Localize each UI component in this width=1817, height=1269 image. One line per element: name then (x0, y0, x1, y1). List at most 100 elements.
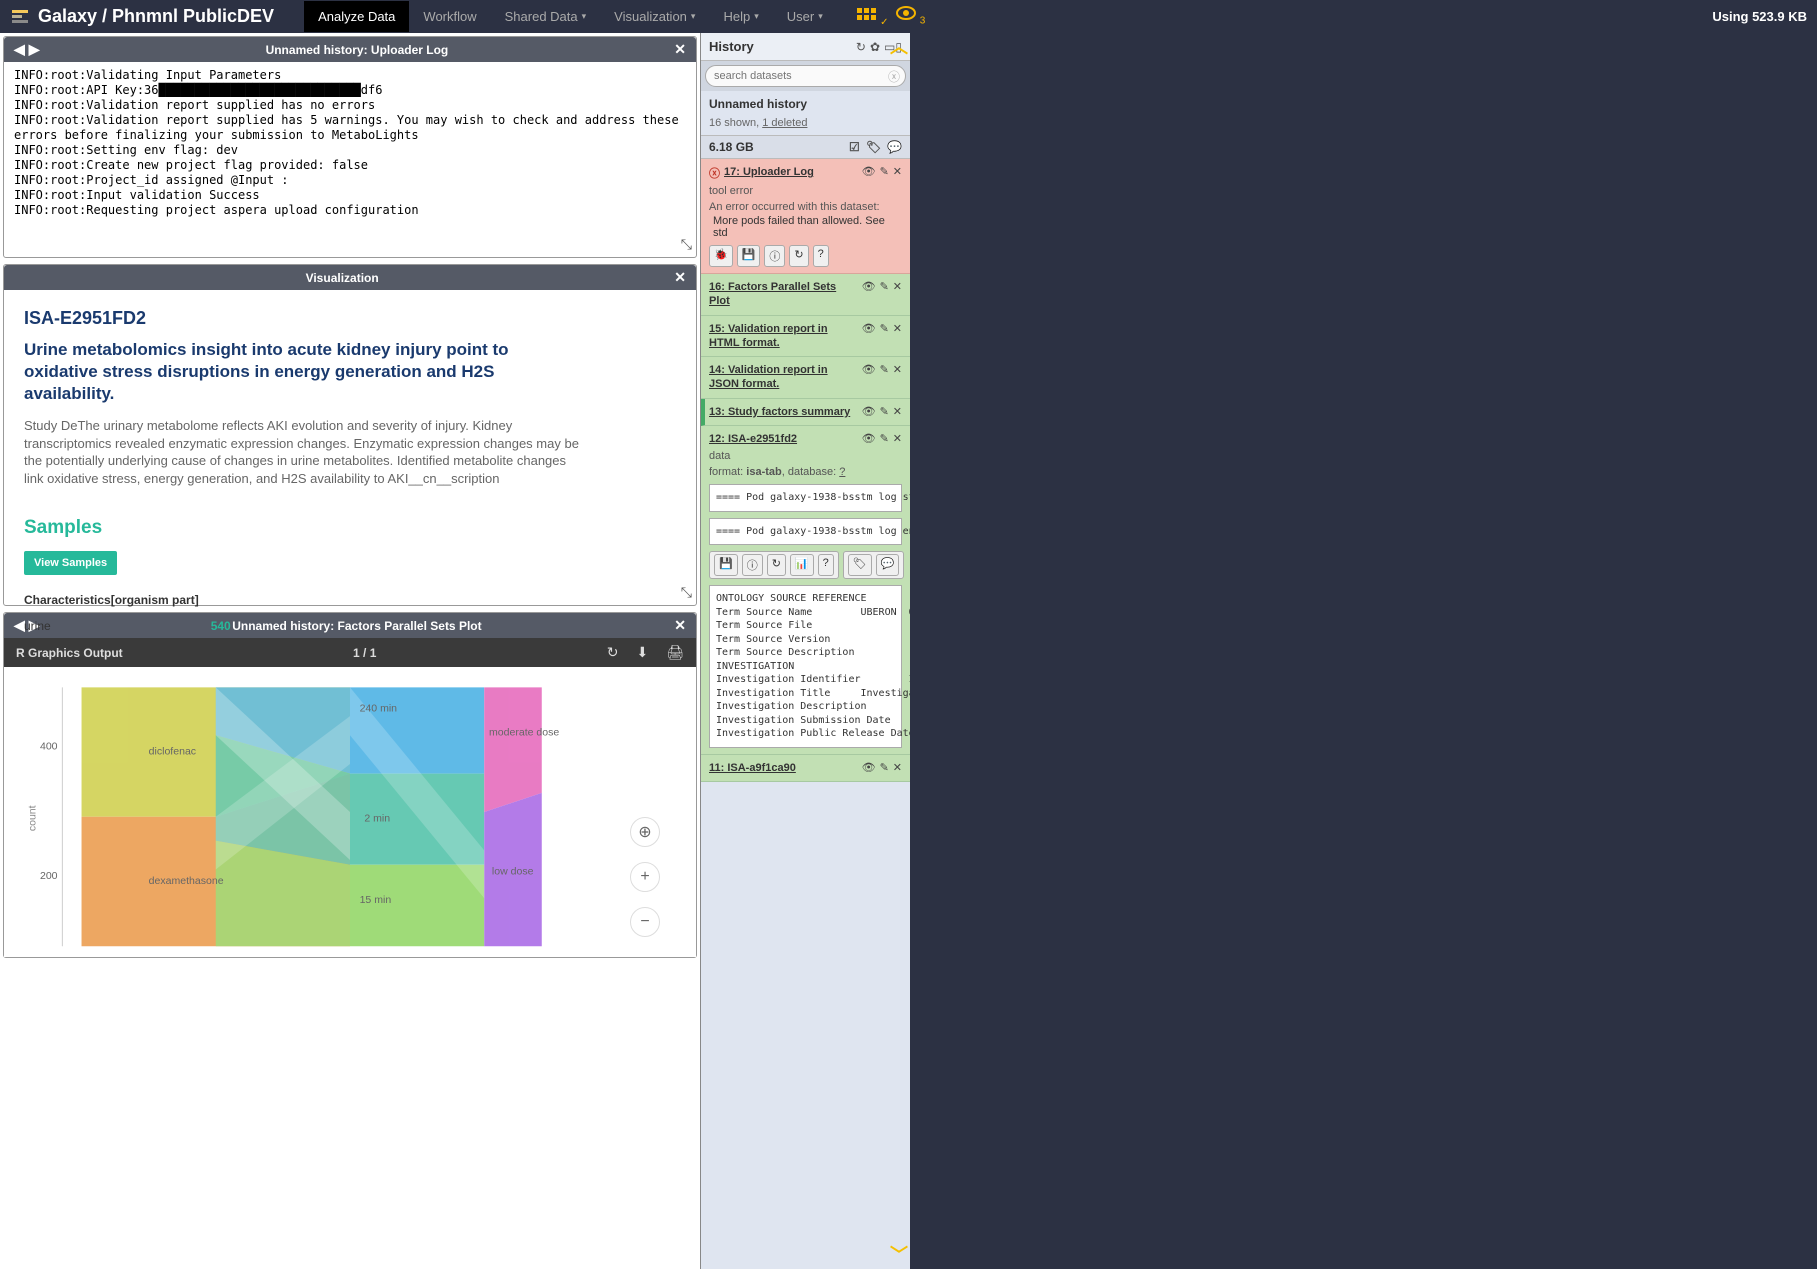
edit-icon[interactable]: ✎ (880, 280, 889, 293)
dataset-item[interactable]: ⓧ 17: Uploader Log 👁 ✎ ✕ tool error An e… (701, 159, 910, 274)
annotation-icon[interactable]: 💬 (887, 140, 902, 154)
pod-log-end: ==== Pod galaxy-1938-bsstm log end ==== (709, 518, 902, 546)
history-name[interactable]: Unnamed history (701, 91, 910, 117)
panel-close-icon[interactable]: ✕ (672, 41, 688, 58)
tags-icon[interactable]: 🏷 (866, 140, 881, 154)
history-search: ⓧ (701, 61, 910, 91)
svg-text:moderate dose: moderate dose (489, 726, 559, 738)
nav-user[interactable]: User▾ (773, 1, 837, 32)
zoom-in-button[interactable]: + (630, 862, 660, 892)
edit-icon[interactable]: ✎ (880, 432, 889, 445)
history-options-icon[interactable]: ✿ (870, 40, 880, 54)
delete-icon[interactable]: ✕ (893, 165, 902, 178)
dataset-item[interactable]: 13: Study factors summary 👁 ✎ ✕ (701, 399, 910, 426)
panel-close-icon[interactable]: ✕ (672, 269, 688, 286)
delete-icon[interactable]: ✕ (893, 405, 902, 418)
download-icon[interactable]: ⬇ (636, 644, 648, 661)
display-icon[interactable]: 👁 (862, 280, 876, 293)
display-icon[interactable]: 👁 (862, 363, 876, 376)
nav-visualization[interactable]: Visualization▾ (600, 1, 709, 32)
dataset-item[interactable]: 14: Validation report in JSON format. 👁 ✎… (701, 357, 910, 399)
quota-meter[interactable]: Using 523.9 KB (1712, 9, 1807, 24)
edit-icon[interactable]: ✎ (880, 405, 889, 418)
search-input[interactable] (705, 65, 906, 87)
dataset-name[interactable]: 16: Factors Parallel Sets Plot (709, 280, 862, 309)
display-icon[interactable]: 👁 (862, 165, 876, 178)
select-all-icon[interactable]: ☑ (849, 140, 860, 154)
scratchbook-eye-icon[interactable]: 3 (896, 6, 925, 26)
display-icon[interactable]: 👁 (862, 322, 876, 335)
edit-icon[interactable]: ✎ (880, 363, 889, 376)
brand-text: Galaxy / Phnmnl PublicDEV (38, 6, 274, 27)
nav-workflow[interactable]: Workflow (409, 1, 490, 32)
nav-shared-data[interactable]: Shared Data▾ (491, 1, 601, 32)
dataset-name[interactable]: 14: Validation report in JSON format. (709, 363, 862, 392)
display-icon[interactable]: 👁 (862, 405, 876, 418)
svg-text:2 min: 2 min (364, 813, 390, 825)
rotate-icon[interactable]: ↻ (607, 644, 619, 661)
fit-page-button[interactable]: ⊕ (630, 817, 660, 847)
dataset-list: ⓧ 17: Uploader Log 👁 ✎ ✕ tool error An e… (701, 159, 910, 1269)
display-icon[interactable]: 👁 (862, 432, 876, 445)
save-icon[interactable]: 💾 (714, 554, 738, 576)
history-size-bar: 6.18 GB ☑ 🏷 💬 (701, 135, 910, 159)
log-output: INFO:root:Validating Input Parameters IN… (4, 62, 696, 257)
collapse-up-icon[interactable]: ︿ (890, 33, 908, 59)
delete-icon[interactable]: ✕ (893, 363, 902, 376)
resize-handle-icon[interactable]: ⤡ (681, 584, 692, 601)
pdf-title: R Graphics Output (16, 646, 123, 660)
error-icon: ⓧ (709, 165, 720, 181)
dataset-name[interactable]: 13: Study factors summary (709, 405, 862, 419)
history-subtitle: 16 shown, 1 deleted (701, 117, 910, 135)
clear-search-icon[interactable]: ⓧ (888, 68, 900, 85)
tags-icon[interactable]: 🏷 (848, 554, 872, 576)
info-icon[interactable]: ⓘ (742, 554, 763, 576)
parallel-sets-chart: count 400 200 (24, 677, 676, 947)
brand[interactable]: Galaxy / Phnmnl PublicDEV (10, 6, 274, 27)
view-samples-button[interactable]: View Samples (24, 551, 117, 575)
panel-prev-icon[interactable]: ◀ (12, 41, 27, 58)
dataset-item[interactable]: 11: ISA-a9f1ca90 👁 ✎ ✕ (701, 755, 910, 782)
edit-icon[interactable]: ✎ (880, 761, 889, 774)
print-icon[interactable]: 🖨 (666, 644, 684, 661)
rerun-icon[interactable]: ↻ (789, 245, 808, 267)
dataset-name[interactable]: 17: Uploader Log (724, 165, 862, 179)
save-icon[interactable]: 💾 (737, 245, 761, 267)
dataset-item-expanded[interactable]: 12: ISA-e2951fd2 👁✎✕ data format: isa-ta… (701, 426, 910, 755)
nav-analyze-data[interactable]: Analyze Data (304, 1, 409, 32)
isa-identifier: ISA-E2951FD2 (24, 308, 676, 329)
delete-icon[interactable]: ✕ (893, 280, 902, 293)
collapse-down-icon[interactable]: ﹀ (890, 1241, 908, 1267)
edit-icon[interactable]: ✎ (880, 165, 889, 178)
delete-icon[interactable]: ✕ (893, 432, 902, 445)
bug-icon[interactable]: 🐞 (709, 245, 733, 267)
resize-handle-icon[interactable]: ⤡ (681, 236, 692, 253)
panel-next-icon[interactable]: ▶ (27, 41, 42, 58)
help-icon[interactable]: ? (818, 554, 834, 576)
pod-log-start: ==== Pod galaxy-1938-bsstm log start ===… (709, 484, 902, 512)
dataset-actions: 🐞 💾 ⓘ ↻ ? (709, 245, 902, 267)
delete-icon[interactable]: ✕ (893, 322, 902, 335)
rerun-icon[interactable]: ↻ (767, 554, 786, 576)
dataset-name[interactable]: 11: ISA-a9f1ca90 (709, 761, 862, 775)
zoom-out-button[interactable]: − (630, 907, 660, 937)
display-icon[interactable]: 👁 (862, 761, 876, 774)
nav-help[interactable]: Help▾ (709, 1, 772, 32)
study-description: Study DeThe urinary metabolome reflects … (24, 417, 584, 487)
deleted-link[interactable]: 1 deleted (762, 117, 807, 129)
svg-text:400: 400 (40, 741, 58, 753)
info-icon[interactable]: ⓘ (764, 245, 785, 267)
visualize-icon[interactable]: 📊 (790, 554, 814, 576)
dataset-name[interactable]: 12: ISA-e2951fd2 (709, 432, 862, 446)
delete-icon[interactable]: ✕ (893, 761, 902, 774)
dataset-item[interactable]: 16: Factors Parallel Sets Plot 👁 ✎ ✕ (701, 274, 910, 316)
dataset-error-detail: More pods failed than allowed. See std (709, 215, 902, 239)
samples-heading: Samples (24, 517, 676, 539)
edit-icon[interactable]: ✎ (880, 322, 889, 335)
refresh-icon[interactable]: ↻ (856, 40, 866, 54)
annotation-icon[interactable]: 💬 (876, 554, 900, 576)
dataset-item[interactable]: 15: Validation report in HTML format. 👁 ✎… (701, 316, 910, 358)
help-icon[interactable]: ? (813, 245, 829, 267)
dataset-name[interactable]: 15: Validation report in HTML format. (709, 322, 862, 351)
scratchbook-icon[interactable]: ✓ (857, 8, 889, 25)
